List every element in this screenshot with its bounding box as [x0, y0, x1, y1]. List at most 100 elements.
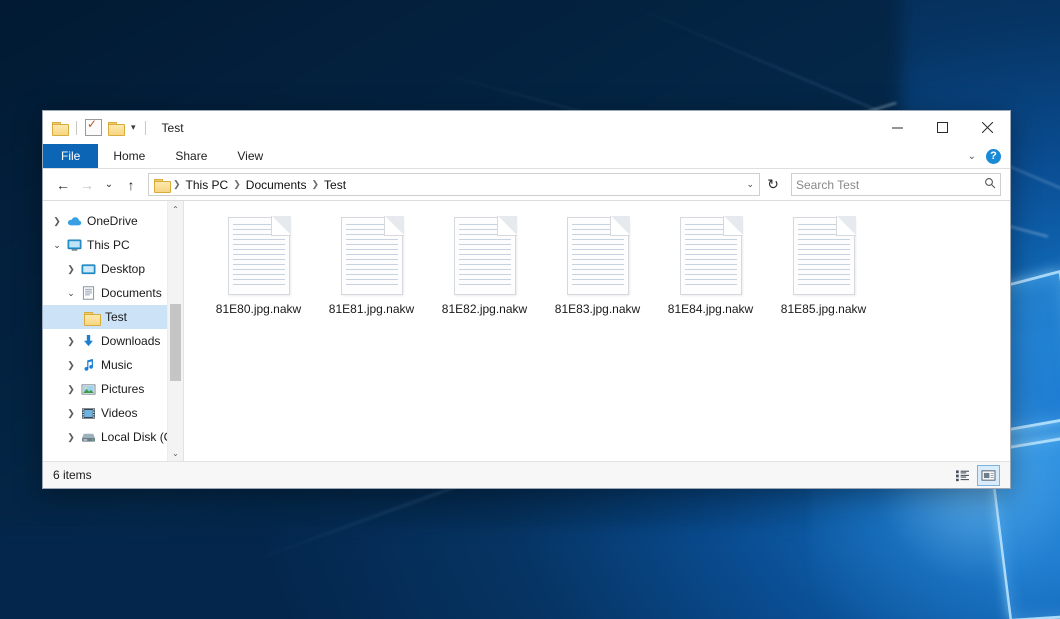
breadcrumb-separator: ❯: [172, 179, 182, 190]
sidebar-item-downloads[interactable]: ❯ Downloads: [43, 329, 183, 353]
chevron-right-icon[interactable]: ❯: [63, 408, 79, 419]
file-grid: 81E80.jpg.nakw 81E81.jpg.nakw 81E82.jpg.…: [202, 215, 1010, 316]
toolbar-divider: [76, 121, 77, 135]
breadcrumb-separator: ❯: [232, 179, 242, 190]
chevron-down-icon[interactable]: ⌄: [63, 288, 79, 299]
item-count-label: 6 items: [53, 468, 92, 482]
tab-file[interactable]: File: [43, 144, 98, 168]
tab-view[interactable]: View: [222, 144, 278, 168]
chevron-right-icon[interactable]: ❯: [49, 216, 65, 227]
forward-button: →: [76, 174, 98, 196]
sidebar-item-local-disk-c[interactable]: ❯ Local Disk (C:): [43, 425, 183, 449]
sidebar-item-onedrive[interactable]: ❯ OneDrive: [43, 209, 183, 233]
new-folder-icon[interactable]: [108, 121, 124, 134]
sidebar-item-label: Videos: [97, 406, 137, 420]
help-button[interactable]: ?: [986, 149, 1001, 164]
breadcrumb-this-pc[interactable]: This PC: [182, 178, 233, 192]
breadcrumb-documents[interactable]: Documents: [242, 178, 311, 192]
close-button[interactable]: [965, 111, 1010, 143]
address-bar[interactable]: ❯ This PC ❯ Documents ❯ Test ⌄: [148, 173, 760, 196]
scrollbar-thumb[interactable]: [170, 304, 181, 382]
sidebar-item-label: Test: [101, 310, 127, 324]
sidebar-item-music[interactable]: ❯ Music: [43, 353, 183, 377]
minimize-button[interactable]: [875, 111, 920, 143]
generic-document-icon: [228, 217, 290, 295]
file-name-label: 81E84.jpg.nakw: [668, 302, 753, 316]
pictures-icon: [79, 383, 97, 396]
file-item[interactable]: 81E85.jpg.nakw: [767, 215, 880, 316]
chevron-down-icon[interactable]: ⌄: [49, 240, 65, 251]
sidebar-item-this-pc[interactable]: ⌄ This PC: [43, 233, 183, 257]
sidebar-item-pictures[interactable]: ❯ Pictures: [43, 377, 183, 401]
file-item[interactable]: 81E83.jpg.nakw: [541, 215, 654, 316]
status-bar: 6 items: [43, 461, 1010, 488]
search-icon[interactable]: [984, 177, 996, 192]
explorer-body: ❯ OneDrive ⌄ This PC ❯ Desktop: [43, 200, 1010, 461]
address-bar-row: ← → ⌄ ↑ ❯ This PC ❯ Documents ❯ Test ⌄ ↻…: [43, 169, 1010, 200]
file-item[interactable]: 81E81.jpg.nakw: [315, 215, 428, 316]
monitor-icon: [65, 239, 83, 252]
file-name-label: 81E83.jpg.nakw: [555, 302, 640, 316]
details-view-button[interactable]: [952, 466, 973, 485]
sidebar-item-label: Music: [97, 358, 132, 372]
sidebar-item-label: Documents: [97, 286, 162, 300]
file-item[interactable]: 81E80.jpg.nakw: [202, 215, 315, 316]
scroll-down-arrow-icon[interactable]: ⌄: [168, 445, 183, 461]
chevron-down-icon[interactable]: ⌄: [968, 151, 976, 162]
search-box[interactable]: Search Test: [791, 173, 1001, 196]
sidebar-item-videos[interactable]: ❯ Videos: [43, 401, 183, 425]
window-controls: [875, 111, 1010, 144]
back-button[interactable]: ←: [52, 174, 74, 196]
chevron-down-icon[interactable]: ▾: [130, 123, 137, 132]
search-input[interactable]: Search Test: [796, 178, 984, 192]
tab-share[interactable]: Share: [160, 144, 222, 168]
file-list-view[interactable]: 81E80.jpg.nakw 81E81.jpg.nakw 81E82.jpg.…: [183, 201, 1010, 461]
scroll-up-arrow-icon[interactable]: ⌃: [168, 201, 183, 217]
sidebar-item-label: OneDrive: [83, 214, 138, 228]
chevron-right-icon[interactable]: ❯: [63, 336, 79, 347]
toolbar-divider: [145, 121, 146, 135]
documents-icon: [79, 286, 97, 300]
music-note-icon: [79, 358, 97, 372]
quick-access-toolbar: ▾ Test: [43, 111, 184, 144]
tab-home[interactable]: Home: [98, 144, 160, 168]
sidebar-item-label: Downloads: [97, 334, 160, 348]
generic-document-icon: [680, 217, 742, 295]
file-item[interactable]: 81E84.jpg.nakw: [654, 215, 767, 316]
sidebar-item-documents[interactable]: ⌄ Documents: [43, 281, 183, 305]
sidebar-item-label: Desktop: [97, 262, 145, 276]
chevron-right-icon[interactable]: ❯: [63, 384, 79, 395]
chevron-right-icon[interactable]: ❯: [63, 264, 79, 275]
folder-icon: [154, 178, 170, 191]
refresh-button[interactable]: ↻: [762, 174, 784, 196]
file-name-label: 81E85.jpg.nakw: [781, 302, 866, 316]
generic-document-icon: [341, 217, 403, 295]
generic-document-icon: [567, 217, 629, 295]
up-button[interactable]: ↑: [120, 174, 142, 196]
breadcrumb-separator: ❯: [310, 179, 320, 190]
folder-icon: [83, 311, 101, 324]
sidebar-scrollbar[interactable]: ⌃ ⌄: [167, 201, 183, 461]
chevron-down-icon[interactable]: ⌄: [746, 179, 754, 190]
breadcrumb-test[interactable]: Test: [320, 178, 350, 192]
sidebar-item-label: Pictures: [97, 382, 144, 396]
downloads-arrow-icon: [79, 334, 97, 348]
view-mode-buttons: [952, 465, 1000, 486]
chevron-right-icon[interactable]: ❯: [63, 360, 79, 371]
file-item[interactable]: 81E82.jpg.nakw: [428, 215, 541, 316]
file-explorer-window: ▾ Test File Home Share View ⌄ ? ← →: [42, 110, 1011, 489]
sidebar-item-test[interactable]: Test: [43, 305, 183, 329]
title-bar: ▾ Test: [43, 111, 1010, 144]
file-name-label: 81E82.jpg.nakw: [442, 302, 527, 316]
videos-filmstrip-icon: [79, 407, 97, 420]
file-name-label: 81E81.jpg.nakw: [329, 302, 414, 316]
properties-checkmark-icon[interactable]: [85, 119, 102, 136]
sidebar-item-desktop[interactable]: ❯ Desktop: [43, 257, 183, 281]
maximize-button[interactable]: [920, 111, 965, 143]
folder-icon[interactable]: [52, 121, 68, 134]
scrollbar-track[interactable]: [168, 217, 183, 445]
recent-locations-button[interactable]: ⌄: [100, 174, 118, 196]
chevron-right-icon[interactable]: ❯: [63, 432, 79, 443]
generic-document-icon: [793, 217, 855, 295]
large-icons-view-button[interactable]: [977, 465, 1000, 486]
